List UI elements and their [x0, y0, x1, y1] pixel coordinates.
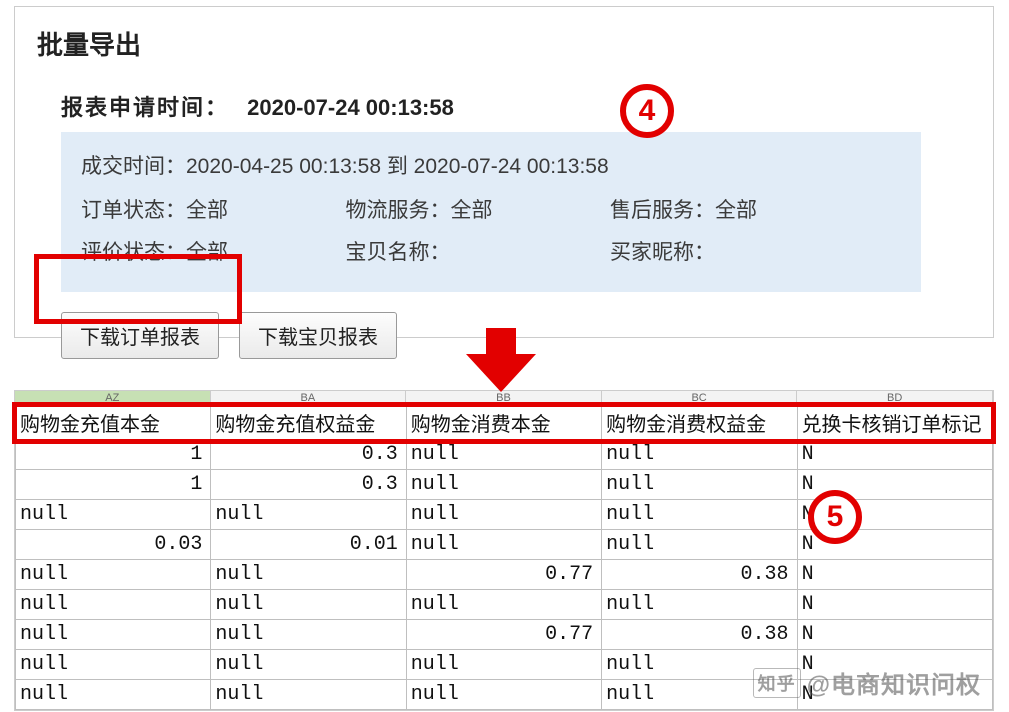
batch-export-panel: 批量导出 报表申请时间： 2020-07-24 00:13:58 成交时间：20… — [14, 6, 994, 338]
table-row: nullnullnullnullN — [16, 680, 993, 710]
cell[interactable]: N — [797, 440, 992, 470]
column-header[interactable]: 购物金消费本金 — [406, 406, 601, 440]
cell[interactable]: N — [797, 620, 992, 650]
cell[interactable]: null — [406, 650, 601, 680]
cell[interactable]: null — [602, 530, 797, 560]
cell[interactable]: null — [602, 650, 797, 680]
down-arrow-icon — [470, 328, 532, 398]
column-header[interactable]: 兑换卡核销订单标记 — [797, 406, 992, 440]
cell[interactable]: null — [406, 530, 601, 560]
table-row: nullnullnullnullN — [16, 590, 993, 620]
cell[interactable]: null — [211, 680, 406, 710]
order-status-label: 订单状态： — [81, 199, 186, 222]
review-status-value: 全部 — [186, 241, 228, 264]
cell[interactable]: null — [211, 560, 406, 590]
aftersale-value: 全部 — [715, 199, 757, 222]
table-row: nullnullnullnullN — [16, 650, 993, 680]
cell[interactable]: null — [406, 440, 601, 470]
table-header-row: 购物金充值本金 购物金充值权益金 购物金消费本金 购物金消费权益金 兑换卡核销订… — [16, 406, 993, 440]
table-row: 10.3nullnullN — [16, 440, 993, 470]
cell[interactable]: null — [16, 590, 211, 620]
cell[interactable]: null — [602, 500, 797, 530]
step-badge-5: 5 — [808, 490, 862, 544]
logistics-label: 物流服务： — [346, 199, 451, 222]
order-status-value: 全部 — [186, 199, 228, 222]
step-badge-4: 4 — [620, 84, 674, 138]
cell[interactable]: N — [797, 680, 992, 710]
cell[interactable]: null — [211, 590, 406, 620]
cell[interactable]: null — [16, 650, 211, 680]
cell[interactable]: null — [602, 440, 797, 470]
aftersale-label: 售后服务： — [610, 199, 715, 222]
cell[interactable]: null — [602, 590, 797, 620]
item-name-label: 宝贝名称： — [346, 241, 451, 264]
panel-title: 批量导出 — [37, 25, 971, 62]
cell[interactable]: 1 — [16, 470, 211, 500]
cell[interactable]: null — [406, 470, 601, 500]
cell[interactable]: 0.38 — [602, 620, 797, 650]
cell[interactable]: null — [211, 500, 406, 530]
column-letter[interactable]: AZ — [15, 391, 211, 405]
cell[interactable]: 0.01 — [211, 530, 406, 560]
cell[interactable]: 0.3 — [211, 470, 406, 500]
cell[interactable]: 0.3 — [211, 440, 406, 470]
cell[interactable]: null — [211, 620, 406, 650]
column-header[interactable]: 购物金充值权益金 — [211, 406, 406, 440]
column-letter[interactable]: BC — [602, 391, 798, 405]
export-params-box: 成交时间：2020-04-25 00:13:58 到 2020-07-24 00… — [61, 132, 921, 292]
cell[interactable]: null — [16, 620, 211, 650]
deal-time-label: 成交时间： — [81, 155, 186, 178]
review-status-label: 评价状态： — [81, 241, 186, 264]
request-time-value: 2020-07-24 00:13:58 — [247, 95, 454, 120]
column-letter[interactable]: BA — [211, 391, 407, 405]
cell[interactable]: N — [797, 590, 992, 620]
table-row: nullnull0.770.38N — [16, 560, 993, 590]
download-order-report-button[interactable]: 下载订单报表 — [61, 312, 219, 359]
download-item-report-button[interactable]: 下载宝贝报表 — [239, 312, 397, 359]
cell[interactable]: null — [602, 680, 797, 710]
cell[interactable]: null — [406, 590, 601, 620]
column-header[interactable]: 购物金充值本金 — [16, 406, 211, 440]
buyer-nick-label: 买家昵称： — [610, 241, 715, 264]
cell[interactable]: null — [211, 650, 406, 680]
cell[interactable]: N — [797, 560, 992, 590]
cell[interactable]: N — [797, 650, 992, 680]
cell[interactable]: null — [16, 560, 211, 590]
cell[interactable]: 0.38 — [602, 560, 797, 590]
deal-time-value: 2020-04-25 00:13:58 到 2020-07-24 00:13:5… — [186, 155, 609, 178]
column-header[interactable]: 购物金消费权益金 — [602, 406, 797, 440]
logistics-value: 全部 — [451, 199, 493, 222]
cell[interactable]: 1 — [16, 440, 211, 470]
cell[interactable]: null — [406, 500, 601, 530]
cell[interactable]: 0.77 — [406, 620, 601, 650]
spreadsheet: AZ BA BB BC BD 购物金充值本金 购物金充值权益金 购物金消费本金 … — [14, 390, 994, 711]
cell[interactable]: null — [406, 680, 601, 710]
table-row: nullnull0.770.38N — [16, 620, 993, 650]
cell[interactable]: null — [16, 680, 211, 710]
cell[interactable]: 0.77 — [406, 560, 601, 590]
column-letter[interactable]: BD — [797, 391, 993, 405]
cell[interactable]: null — [602, 470, 797, 500]
cell[interactable]: 0.03 — [16, 530, 211, 560]
request-time-line: 报表申请时间： 2020-07-24 00:13:58 — [61, 90, 971, 122]
cell[interactable]: null — [16, 500, 211, 530]
request-time-label: 报表申请时间： — [61, 95, 229, 120]
